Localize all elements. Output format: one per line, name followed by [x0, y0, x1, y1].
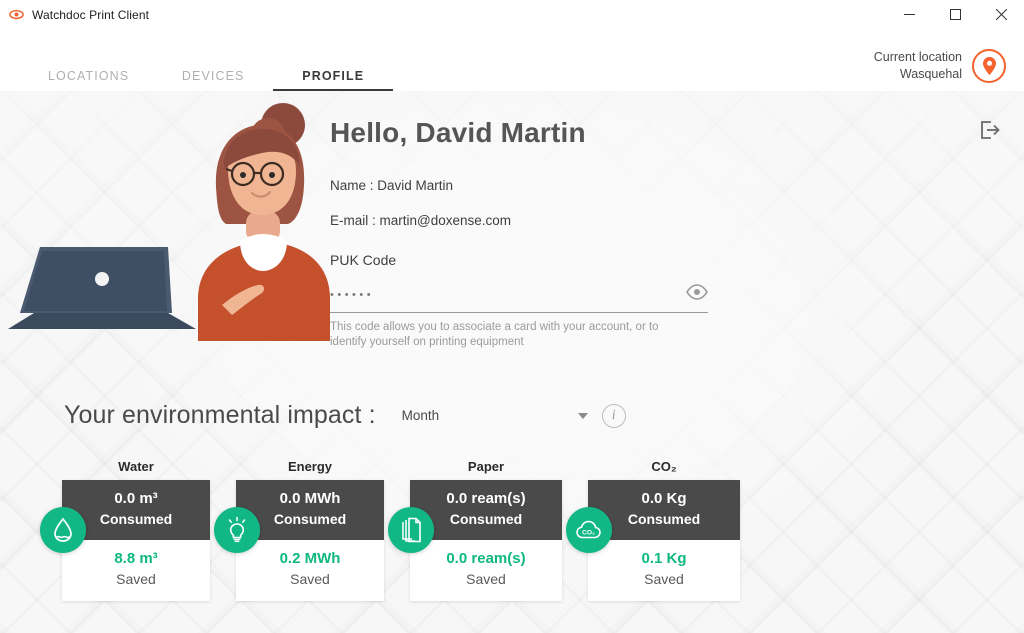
profile-section: Hello, David Martin Name : David Martin …: [0, 91, 1024, 349]
impact-card-water-saved-label: Saved: [66, 569, 206, 589]
impact-card-water-body: 0.0 m³ Consumed 8.8 m³ Saved: [62, 480, 210, 601]
co2-cloud-icon: CO₂: [566, 507, 612, 553]
impact-card-energy-saved-label: Saved: [240, 569, 380, 589]
current-location-text: Current location Wasquehal: [874, 49, 962, 83]
close-button[interactable]: [978, 0, 1024, 29]
impact-card-paper-title: Paper: [410, 459, 562, 474]
impact-card-co2-saved-value: 0.1 Kg: [592, 549, 736, 569]
puk-code-value: ••••••: [330, 289, 374, 301]
period-select[interactable]: Month: [402, 408, 602, 423]
impact-card-water-saved: 8.8 m³ Saved: [62, 540, 210, 601]
impact-card-paper-saved-label: Saved: [414, 569, 558, 589]
environmental-impact-header: Your environmental impact : Month i: [64, 401, 626, 430]
tab-profile-label: PROFILE: [302, 69, 364, 83]
woman-at-laptop-illustration: [0, 91, 330, 341]
profile-info: Hello, David Martin Name : David Martin …: [330, 91, 708, 349]
chevron-down-icon: [578, 413, 588, 419]
impact-card-co2-consumed-value: 0.0 Kg: [592, 489, 736, 509]
svg-text:CO₂: CO₂: [582, 529, 595, 536]
period-select-value: Month: [402, 408, 440, 423]
tab-locations[interactable]: LOCATIONS: [24, 29, 153, 91]
impact-card-energy-body: 0.0 MWh Consumed 0.2 MWh Saved: [236, 480, 384, 601]
impact-card-co2-title: CO₂: [588, 459, 740, 474]
current-location[interactable]: Current location Wasquehal: [874, 49, 1024, 91]
light-bulb-icon: [214, 507, 260, 553]
window-controls: [886, 0, 1024, 29]
environmental-impact-title: Your environmental impact :: [64, 401, 376, 430]
impact-card-paper-saved: 0.0 ream(s) Saved: [410, 540, 562, 601]
impact-card-water-consumed-value: 0.0 m³: [66, 489, 206, 509]
puk-code-field[interactable]: ••••••: [330, 284, 708, 313]
impact-card-energy: Energy 0.0 MWh Consumed 0.2 MWh Saved: [236, 459, 384, 601]
impact-card-paper-body: 0.0 ream(s) Consumed 0.0 ream(s) Saved: [410, 480, 562, 601]
impact-card-water-saved-value: 8.8 m³: [66, 549, 206, 569]
maximize-button[interactable]: [932, 0, 978, 29]
eye-logo-icon: [8, 7, 24, 23]
impact-card-energy-saved: 0.2 MWh Saved: [236, 540, 384, 601]
impact-card-paper-consumed-label: Consumed: [414, 509, 558, 529]
tab-locations-label: LOCATIONS: [48, 69, 129, 83]
tab-devices[interactable]: DEVICES: [153, 29, 273, 91]
impact-card-water-consumed-label: Consumed: [66, 509, 206, 529]
impact-card-paper-consumed-value: 0.0 ream(s): [414, 489, 558, 509]
impact-card-co2-saved-label: Saved: [592, 569, 736, 589]
impact-card-energy-consumed-label: Consumed: [240, 509, 380, 529]
impact-card-co2-consumed-label: Consumed: [592, 509, 736, 529]
puk-code-label: PUK Code: [330, 252, 708, 268]
window-title: Watchdoc Print Client: [32, 8, 149, 22]
page-title: Hello, David Martin: [330, 117, 708, 149]
impact-card-energy-saved-value: 0.2 MWh: [240, 549, 380, 569]
puk-code-hint: This code allows you to associate a card…: [330, 320, 678, 349]
eye-icon[interactable]: [686, 284, 708, 305]
impact-card-energy-title: Energy: [236, 459, 384, 474]
impact-card-co2-saved: 0.1 Kg Saved: [588, 540, 740, 601]
current-location-caption: Current location: [874, 49, 962, 66]
impact-card-water-title: Water: [62, 459, 210, 474]
window-title-bar: Watchdoc Print Client: [0, 0, 1024, 29]
main-tabs: LOCATIONS DEVICES PROFILE: [0, 29, 393, 91]
tab-devices-label: DEVICES: [182, 69, 245, 83]
minimize-button[interactable]: [886, 0, 932, 29]
paper-stack-icon: [388, 507, 434, 553]
impact-card-co2: CO₂ 0.0 Kg Consumed 0.1 Kg Saved CO₂: [588, 459, 740, 601]
info-icon[interactable]: i: [602, 404, 626, 428]
profile-name: Name : David Martin: [330, 177, 708, 195]
profile-email: E-mail : martin@doxense.com: [330, 212, 708, 230]
impact-card-paper: Paper 0.0 ream(s) Consumed 0.0 ream(s) S…: [410, 459, 562, 601]
content-area: Hello, David Martin Name : David Martin …: [0, 91, 1024, 633]
impact-card-co2-body: 0.0 Kg Consumed 0.1 Kg Saved: [588, 480, 740, 601]
impact-card-paper-saved-value: 0.0 ream(s): [414, 549, 558, 569]
current-location-value: Wasquehal: [874, 66, 962, 83]
impact-card-energy-consumed-value: 0.0 MWh: [240, 489, 380, 509]
water-drop-icon: [40, 507, 86, 553]
impact-cards: Water 0.0 m³ Consumed 8.8 m³ Saved Ener: [0, 459, 1024, 601]
app-header: LOCATIONS DEVICES PROFILE Current locati…: [0, 29, 1024, 91]
impact-card-water: Water 0.0 m³ Consumed 8.8 m³ Saved: [62, 459, 210, 601]
tab-profile[interactable]: PROFILE: [273, 29, 393, 91]
logout-icon[interactable]: [976, 117, 1002, 143]
map-pin-icon[interactable]: [972, 49, 1006, 83]
